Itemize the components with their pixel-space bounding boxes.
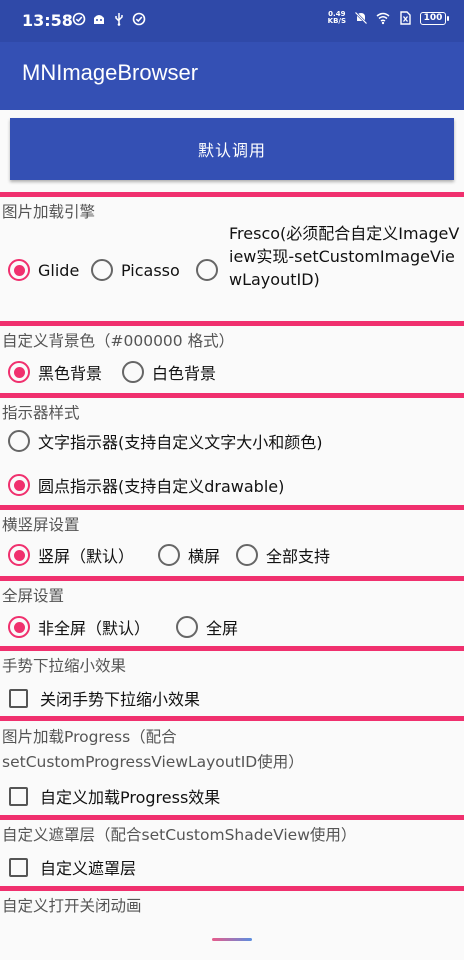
checkbox-custom-progress[interactable]: 自定义加载Progress效果 xyxy=(9,784,220,808)
radio-fresco-label: Fresco(必须配合自定义ImageView实现-setCustomImage… xyxy=(229,224,460,289)
checkbox-close-gesture[interactable]: 关闭手势下拉缩小效果 xyxy=(9,686,200,710)
radio-button-checked[interactable] xyxy=(8,616,30,638)
radio-glide[interactable]: Glide xyxy=(8,259,79,281)
radio-text-indicator[interactable]: 文字指示器(支持自定义文字大小和颜色) xyxy=(8,429,323,453)
section-title-background: 自定义背景色（#000000 格式） xyxy=(2,332,235,350)
muted-bell-icon xyxy=(354,11,368,25)
checkbox[interactable] xyxy=(9,857,28,877)
section-divider xyxy=(0,192,464,197)
app-bar: MNImageBrowser xyxy=(0,42,464,110)
radio-fresco[interactable] xyxy=(196,259,226,281)
section-divider xyxy=(0,815,464,820)
android-icon xyxy=(94,15,104,24)
default-call-button[interactable]: 默认调用 xyxy=(10,118,454,180)
gesture-nav-handle[interactable] xyxy=(212,938,252,941)
checkbox-label: 自定义加载Progress效果 xyxy=(40,788,221,807)
radio-button[interactable] xyxy=(176,616,198,638)
radio-label: 文字指示器(支持自定义文字大小和颜色) xyxy=(38,433,323,452)
checkbox[interactable] xyxy=(9,688,28,708)
radio-label: 竖屏（默认） xyxy=(38,547,135,566)
sim-icon xyxy=(400,11,411,25)
notification-icons xyxy=(72,12,146,26)
checkbox-custom-shade[interactable]: 自定义遮罩层 xyxy=(9,855,136,879)
check-circle-icon xyxy=(72,12,86,26)
radio-label: 白色背景 xyxy=(152,364,217,383)
battery-icon: 100 xyxy=(420,11,449,25)
radio-label: 全部支持 xyxy=(266,547,331,566)
radio-black-background[interactable]: 黑色背景 xyxy=(8,360,102,384)
radio-picasso[interactable]: Picasso xyxy=(91,259,180,281)
section-divider xyxy=(0,393,464,398)
radio-button[interactable] xyxy=(158,544,180,566)
status-time: 13:58 xyxy=(22,11,73,30)
radio-landscape[interactable]: 横屏 xyxy=(158,543,220,567)
radio-button-checked[interactable] xyxy=(8,544,30,566)
system-icons: 0.49 KB/S 100 xyxy=(328,11,449,25)
section-title-animation: 自定义打开关闭动画 xyxy=(2,897,142,915)
section-divider xyxy=(0,505,464,510)
app-title: MNImageBrowser xyxy=(22,60,199,85)
section-title-shade: 自定义遮罩层（配合setCustomShadeView使用） xyxy=(2,826,357,844)
section-title-orientation: 横竖屏设置 xyxy=(2,516,80,534)
radio-button-checked[interactable] xyxy=(8,259,30,281)
radio-button[interactable] xyxy=(236,544,258,566)
check-circle-icon xyxy=(132,12,146,26)
checkbox[interactable] xyxy=(9,786,28,806)
radio-fullscreen[interactable]: 全屏 xyxy=(176,615,238,639)
radio-label: 黑色背景 xyxy=(38,364,103,383)
section-divider xyxy=(0,321,464,326)
radio-label: 横屏 xyxy=(188,547,221,566)
wifi-icon xyxy=(376,12,390,25)
status-bar: 13:58 0.49 KB/S 100 xyxy=(0,0,464,42)
radio-button-checked[interactable] xyxy=(8,361,30,383)
section-title-progress-line1: 图片加载Progress（配合 xyxy=(2,728,177,746)
network-speed-unit: KB/S xyxy=(327,17,346,25)
checkbox-label: 自定义遮罩层 xyxy=(40,859,137,878)
section-divider xyxy=(0,646,464,651)
section-divider xyxy=(0,576,464,581)
radio-label: Glide xyxy=(38,260,80,280)
radio-button[interactable] xyxy=(196,259,218,281)
radio-portrait[interactable]: 竖屏（默认） xyxy=(8,543,134,567)
radio-label: 全屏 xyxy=(206,619,239,638)
radio-button[interactable] xyxy=(91,259,113,281)
section-divider xyxy=(0,886,464,891)
radio-white-background[interactable]: 白色背景 xyxy=(122,360,216,384)
section-title-indicator: 指示器样式 xyxy=(2,404,80,422)
section-title-gesture: 手势下拉缩小效果 xyxy=(2,657,127,675)
radio-all-orientations[interactable]: 全部支持 xyxy=(236,543,330,567)
radio-dot-indicator[interactable]: 圆点指示器(支持自定义drawable) xyxy=(8,473,284,497)
radio-non-fullscreen[interactable]: 非全屏（默认） xyxy=(8,615,150,639)
radio-button[interactable] xyxy=(8,430,30,452)
section-title-progress-line2: setCustomProgressViewLayoutID使用） xyxy=(2,753,304,771)
section-title-fullscreen: 全屏设置 xyxy=(2,587,65,605)
radio-button-checked[interactable] xyxy=(8,474,30,496)
section-divider xyxy=(0,716,464,721)
radio-label: 圆点指示器(支持自定义drawable) xyxy=(38,477,285,496)
section-title-engine: 图片加载引擎 xyxy=(2,203,96,221)
radio-label: 非全屏（默认） xyxy=(38,619,151,638)
radio-label: Picasso xyxy=(121,260,180,280)
radio-button[interactable] xyxy=(122,361,144,383)
usb-icon xyxy=(115,13,123,26)
network-speed: 0.49 KB/S xyxy=(328,11,346,25)
checkbox-label: 关闭手势下拉缩小效果 xyxy=(40,690,201,709)
